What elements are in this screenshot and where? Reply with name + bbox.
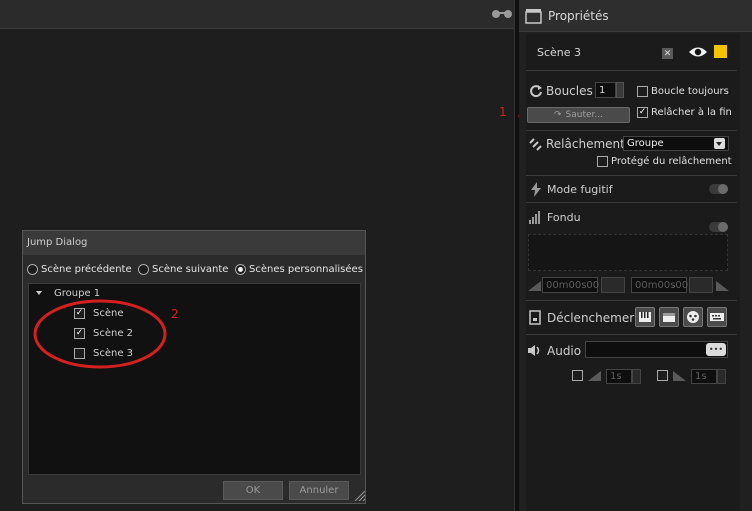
checkbox-scene-3[interactable] (74, 347, 85, 359)
scene-name: Scène 3 (537, 46, 582, 59)
fade-icon (529, 211, 540, 224)
expand-caret-icon[interactable] (36, 291, 42, 295)
fade-in-icon (528, 281, 541, 291)
separator (526, 70, 737, 71)
checkbox-release-protected[interactable] (597, 156, 608, 167)
calendar-icon[interactable] (659, 307, 679, 327)
loop-always-label: Boucle toujours (651, 86, 729, 97)
keyboard-icon[interactable] (707, 307, 727, 327)
checkbox-scene-2[interactable]: ✓ (74, 327, 85, 339)
clapperboard-icon (525, 8, 542, 24)
release-at-end-label: Relâcher à la fin (651, 107, 732, 118)
trigger-icon (529, 310, 541, 325)
scene-tree: Groupe 1 ✓ Scène ✓ Scène 2 Scène 3 (28, 283, 361, 475)
speaker-icon (528, 345, 540, 356)
close-icon[interactable]: ✕ (662, 48, 673, 59)
checkbox-release-at-end[interactable]: ✓ (637, 107, 648, 118)
separator (526, 334, 737, 335)
trigger-label: Déclenchemer (547, 311, 635, 325)
resize-grip-icon[interactable] (353, 489, 365, 501)
separator (526, 130, 737, 131)
option-custom-scenes[interactable]: Scènes personnalisées (235, 262, 363, 276)
release-mode-value: Groupe (627, 138, 664, 149)
lightning-icon (531, 182, 541, 197)
loops-stepper[interactable] (616, 82, 624, 98)
release-at-end-option[interactable]: ✓ Relâcher à la fin (637, 107, 732, 118)
properties-panel: Propriétés Scène 3 ✕ Boucles 1 Boucle to… (519, 0, 752, 511)
loops-label: Boucles (546, 84, 593, 98)
fade-out-time-input[interactable]: 00m00s00 (631, 277, 688, 293)
glasses-icon[interactable] (491, 8, 513, 20)
tree-item-scene-3[interactable]: Scène 3 (74, 345, 133, 361)
tree-item-scene-2[interactable]: ✓ Scène 2 (74, 325, 133, 341)
option-label: Scènes personnalisées (249, 263, 363, 275)
panel-content (526, 34, 740, 511)
group-label: Groupe 1 (54, 287, 101, 299)
audio-fade-out-icon (673, 371, 686, 381)
fade-out-stepper[interactable] (689, 277, 713, 293)
jump-icon: ↷ (553, 110, 562, 120)
jump-button-label: Sauter... (565, 110, 603, 120)
scene-color-swatch[interactable] (714, 45, 727, 58)
jump-button[interactable]: ↷ Sauter... (527, 107, 630, 123)
option-next-scene[interactable]: Scène suivante (138, 262, 228, 276)
item-label: Scène 3 (93, 347, 134, 359)
checkbox-audio-fade-out[interactable] (657, 370, 668, 381)
audio-fade-out-input[interactable]: 1s (691, 369, 717, 384)
ok-button[interactable]: OK (223, 481, 283, 500)
annotation-marker-1: 1 (499, 105, 507, 119)
fade-in-stepper[interactable] (601, 277, 625, 293)
workspace-toolbar (0, 0, 514, 29)
tree-item-scene[interactable]: ✓ Scène (74, 305, 124, 321)
tree-group-row[interactable]: Groupe 1 (36, 285, 100, 301)
audio-label: Audio (547, 344, 582, 358)
annotation-marker-2: 2 (171, 307, 179, 321)
flash-mode-toggle[interactable] (709, 184, 728, 194)
dialog-title: Jump Dialog (23, 231, 365, 255)
loop-always-option[interactable]: Boucle toujours (637, 86, 729, 97)
option-label: Scène suivante (152, 263, 229, 275)
audio-fade-in-stepper[interactable] (632, 369, 641, 384)
radio-next-scene[interactable] (138, 263, 149, 275)
dmx-connector-icon[interactable] (683, 307, 703, 327)
midi-piano-icon[interactable] (635, 307, 655, 327)
jump-dialog: Jump Dialog Scène précédente Scène suiva… (22, 230, 366, 504)
panel-title: Propriétés (548, 8, 609, 23)
fade-out-icon (716, 281, 729, 291)
loops-input[interactable]: 1 (595, 82, 616, 98)
cancel-button[interactable]: Annuler (289, 481, 349, 500)
checkbox-scene[interactable]: ✓ (74, 307, 85, 319)
radio-previous-scene[interactable] (27, 263, 38, 275)
separator (526, 202, 737, 203)
loop-icon (530, 85, 542, 98)
eye-icon[interactable] (688, 45, 708, 59)
fade-in-time-input[interactable]: 00m00s00 (542, 277, 599, 293)
audio-fade-in-icon (588, 371, 601, 381)
audio-fade-out-stepper[interactable] (717, 369, 726, 384)
fade-label: Fondu (547, 211, 581, 224)
checkbox-audio-fade-in[interactable] (572, 370, 583, 381)
release-label: Relâchement (546, 137, 625, 151)
separator (526, 175, 737, 176)
fade-toggle[interactable] (709, 222, 728, 232)
audio-browse-button[interactable]: ••• (706, 343, 726, 356)
release-protected-option[interactable]: Protégé du relâchement (597, 156, 732, 167)
option-previous-scene[interactable]: Scène précédente (27, 262, 132, 276)
separator (526, 300, 737, 301)
flash-mode-label: Mode fugitif (547, 183, 613, 196)
audio-fade-in-input[interactable]: 1s (606, 369, 632, 384)
item-label: Scène (93, 307, 124, 319)
item-label: Scène 2 (93, 327, 134, 339)
option-label: Scène précédente (41, 263, 132, 275)
release-link-icon (529, 138, 542, 151)
fade-curve-area[interactable] (528, 234, 728, 271)
checkbox-loop-always[interactable] (637, 86, 648, 97)
radio-custom-scenes[interactable] (235, 263, 246, 275)
chevron-down-icon[interactable] (714, 138, 725, 149)
panel-header: Propriétés (519, 0, 752, 32)
release-protected-label: Protégé du relâchement (611, 156, 732, 167)
